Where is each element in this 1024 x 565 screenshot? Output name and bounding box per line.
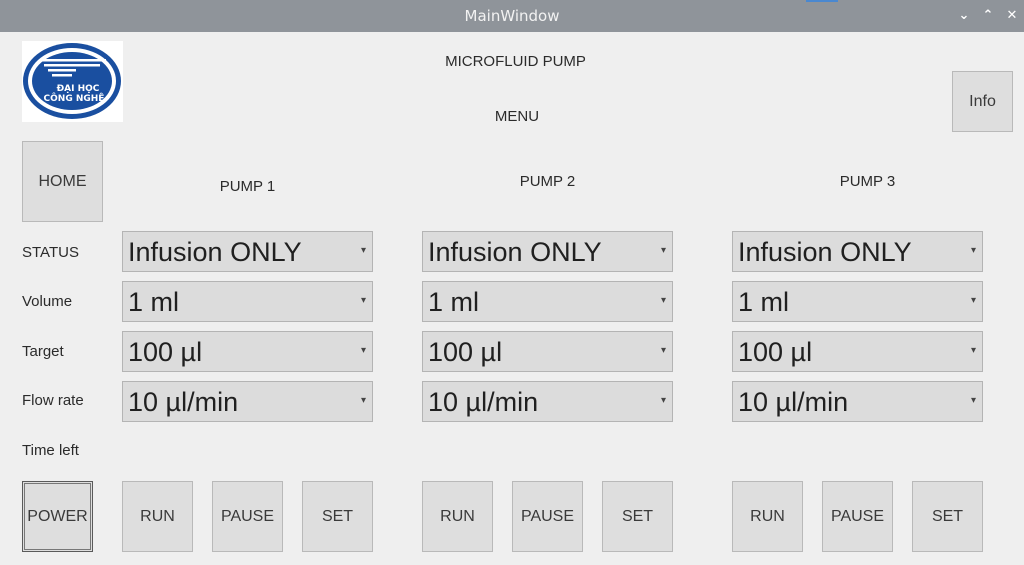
- pump3-flow-rate-select[interactable]: 10 µl/min ▾: [732, 381, 983, 422]
- dropdown-arrow-icon: ▾: [360, 245, 366, 256]
- pump1-flow-rate-select[interactable]: 10 µl/min ▾: [122, 381, 373, 422]
- main-content: ĐẠI HỌC CÔNG NGHỆ MICROFLUID PUMP MENU I…: [0, 32, 1024, 565]
- pump2-flow-rate-select[interactable]: 10 µl/min ▾: [422, 381, 673, 422]
- pump3-set-button[interactable]: SET: [912, 481, 983, 552]
- pump3-volume-select[interactable]: 1 ml ▾: [732, 281, 983, 322]
- pump3-pause-button[interactable]: PAUSE: [822, 481, 893, 552]
- pump3-target-value: 100 µl: [738, 337, 813, 367]
- pump1-flow-rate-value: 10 µl/min: [128, 387, 239, 417]
- dropdown-arrow-icon: ▾: [360, 295, 366, 306]
- pump2-target-value: 100 µl: [428, 337, 503, 367]
- dropdown-arrow-icon: ▾: [360, 395, 366, 406]
- pump1-volume-select[interactable]: 1 ml ▾: [122, 281, 373, 322]
- pump1-status-select[interactable]: Infusion ONLY ▾: [122, 231, 373, 272]
- pump2-flow-rate-value: 10 µl/min: [428, 387, 539, 417]
- pump2-target-select[interactable]: 100 µl ▾: [422, 331, 673, 372]
- pump3-status-value: Infusion ONLY: [738, 237, 912, 267]
- pump3-target-select[interactable]: 100 µl ▾: [732, 331, 983, 372]
- power-button[interactable]: POWER: [22, 481, 93, 552]
- dropdown-arrow-icon: ▾: [970, 345, 976, 356]
- logo-text-line1: ĐẠI HỌC: [57, 84, 100, 94]
- pump1-volume-value: 1 ml: [128, 287, 180, 317]
- volume-label: Volume: [22, 293, 73, 310]
- pump1-set-button[interactable]: SET: [302, 481, 373, 552]
- dropdown-arrow-icon: ▾: [970, 295, 976, 306]
- target-label: Target: [22, 343, 64, 360]
- time-left-label: Time left: [22, 442, 79, 459]
- dropdown-arrow-icon: ▾: [660, 295, 666, 306]
- pump2-pause-button[interactable]: PAUSE: [512, 481, 583, 552]
- pump3-flow-rate-value: 10 µl/min: [738, 387, 849, 417]
- home-button[interactable]: HOME: [22, 141, 103, 222]
- flow-rate-label: Flow rate: [22, 392, 84, 409]
- pump1-pause-button[interactable]: PAUSE: [212, 481, 283, 552]
- pump2-status-value: Infusion ONLY: [428, 237, 602, 267]
- pump2-run-button[interactable]: RUN: [422, 481, 493, 552]
- minimize-icon[interactable]: ⌄: [956, 8, 972, 24]
- pump3-run-button[interactable]: RUN: [732, 481, 803, 552]
- pump2-title: PUMP 2: [519, 173, 576, 190]
- maximize-icon[interactable]: ⌃: [980, 8, 996, 24]
- pump1-target-value: 100 µl: [128, 337, 203, 367]
- pump1-run-button[interactable]: RUN: [122, 481, 193, 552]
- dropdown-arrow-icon: ▾: [660, 345, 666, 356]
- menu-label: MENU: [494, 108, 540, 125]
- logo-text-line2: CÔNG NGHỆ: [44, 92, 105, 104]
- pump3-title: PUMP 3: [839, 173, 896, 190]
- close-icon[interactable]: ✕: [1004, 8, 1020, 24]
- dropdown-arrow-icon: ▾: [970, 395, 976, 406]
- pump1-status-value: Infusion ONLY: [128, 237, 302, 267]
- info-button[interactable]: Info: [952, 71, 1013, 132]
- pump3-status-select[interactable]: Infusion ONLY ▾: [732, 231, 983, 272]
- dropdown-arrow-icon: ▾: [360, 345, 366, 356]
- dropdown-arrow-icon: ▾: [660, 395, 666, 406]
- window-titlebar: MainWindow ⌄ ⌃ ✕: [0, 0, 1024, 32]
- pump2-volume-select[interactable]: 1 ml ▾: [422, 281, 673, 322]
- pump1-title: PUMP 1: [219, 178, 276, 195]
- pump1-target-select[interactable]: 100 µl ▾: [122, 331, 373, 372]
- pump2-volume-value: 1 ml: [428, 287, 480, 317]
- dropdown-arrow-icon: ▾: [970, 245, 976, 256]
- app-title: MICROFLUID PUMP: [445, 53, 586, 70]
- dropdown-arrow-icon: ▾: [660, 245, 666, 256]
- pump3-volume-value: 1 ml: [738, 287, 790, 317]
- status-label: STATUS: [22, 244, 79, 261]
- pump2-status-select[interactable]: Infusion ONLY ▾: [422, 231, 673, 272]
- window-title: MainWindow: [464, 7, 560, 25]
- pump2-set-button[interactable]: SET: [602, 481, 673, 552]
